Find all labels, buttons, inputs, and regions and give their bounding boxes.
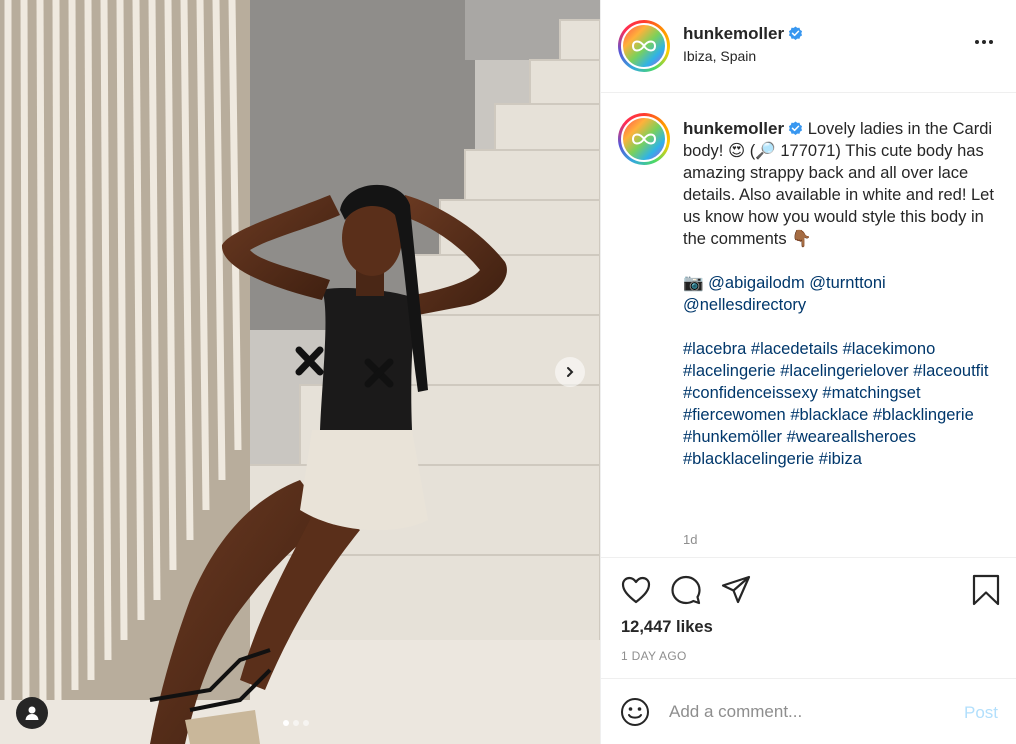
hashtag-link[interactable]: #ibiza (819, 450, 862, 468)
heart-icon (621, 576, 651, 604)
post-photo[interactable] (0, 0, 600, 744)
mention-link[interactable]: @nellesdirectory (683, 296, 806, 314)
caption-username[interactable]: hunkemoller (683, 119, 784, 138)
post-date[interactable]: 1 DAY AGO (621, 649, 687, 663)
like-count[interactable]: 12,447 likes (621, 618, 713, 637)
mention-link[interactable]: @turnttoni (809, 274, 885, 292)
bookmark-icon (972, 574, 1000, 606)
brand-logo-icon (631, 133, 657, 145)
comment-input[interactable] (669, 697, 939, 727)
verified-badge-icon (789, 121, 803, 135)
share-icon (721, 575, 751, 604)
post-header: hunkemoller Ibiza, Spain (601, 0, 1016, 93)
caption-time-ago[interactable]: 1d (683, 532, 697, 547)
save-button[interactable] (969, 573, 1003, 607)
action-bar: 12,447 likes 1 DAY AGO (601, 558, 1016, 678)
hashtag-link[interactable]: #blacklacelingerie (683, 450, 814, 468)
hashtag-list: #lacebra #lacedetails #lacekimono #lacel… (683, 338, 1001, 470)
hashtag-link[interactable]: #lacelingerielover (780, 362, 908, 380)
camera-emoji: 📷 (683, 274, 704, 292)
post-comment-button[interactable]: Post (964, 703, 998, 723)
hashtag-link[interactable]: #lacekimono (843, 340, 936, 358)
caption-text: Lovely ladies in the Cardi body! 😍 (🔎 17… (683, 120, 994, 248)
emoji-icon[interactable] (620, 697, 650, 727)
author-username[interactable]: hunkemoller (683, 24, 784, 43)
post-caption: hunkemoller Lovely ladies in the Cardi b… (683, 118, 1001, 470)
carousel-indicator (283, 720, 309, 726)
verified-badge-icon (789, 26, 803, 40)
hashtag-link[interactable]: #blacklingerie (873, 406, 974, 424)
caption-author-avatar[interactable] (618, 113, 670, 165)
post-image (0, 0, 600, 744)
hashtag-link[interactable]: #blacklace (790, 406, 868, 424)
hashtag-link[interactable]: #lacebra (683, 340, 746, 358)
chevron-right-icon (567, 367, 574, 377)
author-avatar[interactable] (618, 20, 670, 72)
more-options-icon[interactable] (975, 34, 999, 50)
hashtag-link[interactable]: #weareallsheroes (787, 428, 916, 446)
carousel-dot-active (283, 720, 289, 726)
post-side-panel: hunkemoller Ibiza, Spain hunkemoller Lov… (600, 0, 1016, 744)
hashtag-link[interactable]: #lacedetails (751, 340, 838, 358)
user-tags-button[interactable] (16, 697, 48, 729)
hashtag-link[interactable]: #lacelingerie (683, 362, 776, 380)
comment-icon (671, 575, 701, 605)
hashtag-link[interactable]: #laceoutfit (913, 362, 988, 380)
carousel-next-button[interactable] (555, 357, 585, 387)
mention-link[interactable]: @abigailodm (708, 274, 805, 292)
hashtag-link[interactable]: #matchingset (822, 384, 920, 402)
comment-button[interactable] (669, 573, 703, 607)
caption-section: hunkemoller Lovely ladies in the Cardi b… (601, 94, 1016, 558)
comment-bar: Post (601, 678, 1016, 744)
carousel-dot (293, 720, 299, 726)
hashtag-link[interactable]: #fiercewomen (683, 406, 786, 424)
like-button[interactable] (619, 573, 653, 607)
post-location[interactable]: Ibiza, Spain (683, 48, 756, 64)
hashtag-link[interactable]: #confidenceissexy (683, 384, 818, 402)
hashtag-link[interactable]: #hunkemöller (683, 428, 782, 446)
brand-logo-icon (631, 40, 657, 52)
carousel-dot (303, 720, 309, 726)
user-tag-icon (25, 706, 39, 720)
share-button[interactable] (719, 573, 753, 607)
author-name-row: hunkemoller (683, 24, 803, 44)
